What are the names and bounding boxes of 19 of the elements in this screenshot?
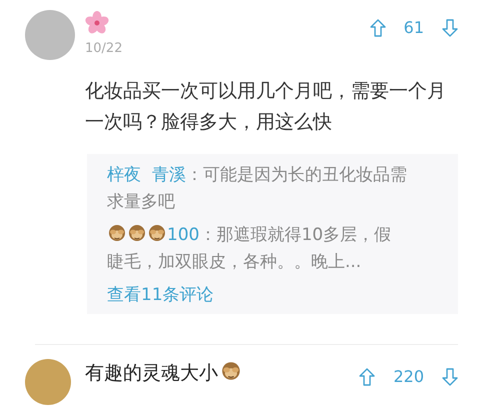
avatar[interactable] — [25, 10, 75, 60]
monkey-icon — [107, 223, 127, 243]
downvote-icon[interactable] — [442, 368, 458, 386]
view-comments-link[interactable]: 查看11条评论 — [107, 282, 214, 308]
monkey-icon — [220, 360, 242, 382]
downvote-icon[interactable] — [442, 19, 458, 37]
avatar[interactable] — [25, 359, 71, 405]
comment-text: 化妆品买一次可以用几个月吧，需要一个月一次吗？脸得多大，用这么快 — [85, 79, 447, 135]
upvote-icon[interactable] — [370, 19, 386, 37]
reply-text: 100：那遮瑕就得10多层，假睫毛，加双眼皮，各种。。晚上... — [107, 222, 392, 274]
flower-icon — [85, 10, 109, 35]
vote-count: 61 — [404, 17, 424, 39]
upvote-icon[interactable] — [359, 368, 376, 386]
comment-date: 10/22 — [85, 40, 124, 58]
reply-text: 梓夜 青溪：可能是因为长的丑化妆品需求量多吧 — [107, 164, 408, 214]
monkey-icon — [147, 223, 167, 243]
vote-count: 220 — [393, 366, 424, 388]
username: 有趣的灵魂大小 — [85, 361, 218, 386]
monkey-icon — [127, 223, 147, 243]
